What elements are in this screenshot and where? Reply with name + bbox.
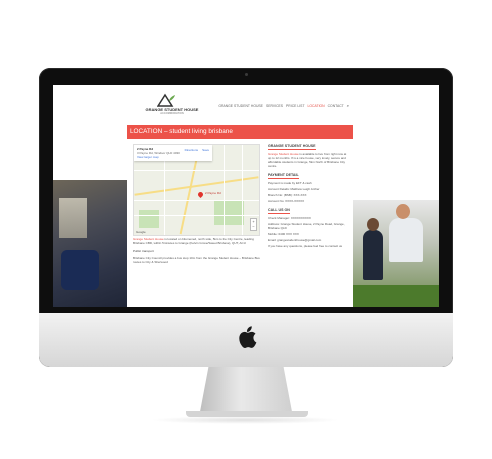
payment-heading: PAYMENT DETAIL — [268, 173, 299, 179]
about-block: GRANGE STUDENT HOUSE Grange Student Hous… — [268, 144, 348, 168]
content-area: 2 Payne Rd 3 Payne Rd, Windsor QLD 4030 … — [127, 139, 353, 264]
search-icon[interactable]: ⌕ — [347, 103, 349, 108]
map-road — [134, 200, 259, 201]
logo-subtitle: ACCOMMODATION — [160, 112, 184, 115]
window-light — [59, 198, 87, 238]
map-pin-icon[interactable] — [196, 190, 205, 199]
map-road — [134, 215, 259, 216]
nav-item-contact[interactable]: CONTACT — [328, 104, 344, 108]
call-line: Address: Grange Student House, 2 Payne R… — [268, 222, 345, 230]
payment-line: Account Details: Matthew Leigh Archer — [268, 187, 320, 191]
map-directions-link[interactable]: Directions — [185, 148, 198, 152]
payment-line: Branch No: (BSB): XXX-XXX — [268, 193, 307, 197]
google-map[interactable]: 2 Payne Rd 3 Payne Rd, Windsor QLD 4030 … — [133, 144, 260, 236]
house-logo-icon — [157, 93, 175, 107]
call-line: Check Manager: XXXXXXXXXX — [268, 216, 311, 220]
call-line: Email: grangestudenthouse@gmail.com — [268, 238, 322, 242]
chair — [61, 250, 99, 290]
map-road — [134, 170, 259, 171]
map-pin-label: 2 Payne Rd — [205, 191, 221, 195]
intro-paragraph: Grange Student House is located on bitum… — [133, 237, 261, 245]
student-person — [363, 230, 383, 280]
nav-item-services[interactable]: SERVICES — [266, 104, 283, 108]
site-header: GRANGE STUDENT HOUSE ACCOMMODATION GRANG… — [127, 85, 353, 125]
nav-item-grange-student-house[interactable]: GRANGE STUDENT HOUSE — [218, 104, 263, 108]
map-zoom-control[interactable]: + − — [250, 218, 257, 231]
transport-text: Brisbane City Council provides a bus sto… — [133, 255, 260, 264]
map-park — [139, 210, 159, 228]
background-students-photo — [341, 200, 439, 307]
call-line: Mobile: 0400 XXX XXX — [268, 232, 299, 236]
call-heading: CALL US ON — [268, 208, 290, 214]
map-park — [214, 200, 244, 225]
monitor-stand — [199, 367, 293, 417]
student-head — [396, 204, 410, 219]
map-save-link[interactable]: Save — [202, 148, 209, 152]
main-nav: GRANGE STUDENT HOUSE SERVICES PRICE LIST… — [218, 103, 349, 108]
call-block: CALL US ON Check Manager: XXXXXXXXXX Add… — [268, 208, 348, 248]
sidebar: GRANGE STUDENT HOUSE Grange Student Hous… — [268, 144, 348, 253]
site-logo[interactable]: GRANGE STUDENT HOUSE ACCOMMODATION — [145, 93, 198, 121]
public-transport-label: Public transport — [133, 249, 154, 254]
payment-line: Payment is made by EFT & cash — [268, 181, 312, 185]
view-larger-map-link[interactable]: View larger map — [137, 155, 209, 159]
monitor-stand-foot — [186, 411, 308, 417]
camera — [244, 73, 248, 76]
location-description: Grange Student House is located on bitum… — [133, 237, 261, 266]
call-line: If you have any questions, please feel f… — [268, 244, 343, 248]
screen: GRANGE STUDENT HOUSE ACCOMMODATION GRANG… — [53, 85, 439, 307]
map-main-road — [134, 176, 259, 196]
web-page: GRANGE STUDENT HOUSE ACCOMMODATION GRANG… — [127, 85, 353, 307]
map-road — [224, 145, 225, 235]
zoom-out-icon[interactable]: − — [252, 224, 254, 229]
grass — [341, 285, 439, 307]
floor-shadow — [150, 416, 340, 424]
background-room-photo — [53, 180, 133, 307]
student-head — [367, 218, 379, 231]
payment-line: Account No: XXXX-XXXXX — [268, 199, 305, 203]
payment-block: PAYMENT DETAIL Payment is made by EFT & … — [268, 173, 348, 203]
google-brand: Google — [136, 230, 146, 234]
nav-item-location[interactable]: LOCATION — [308, 104, 325, 108]
about-heading: GRANGE STUDENT HOUSE — [268, 144, 316, 150]
about-text: Grange Student House is available to liv… — [268, 152, 348, 168]
nav-item-price-list[interactable]: PRICE LIST — [286, 104, 304, 108]
apple-logo-icon — [239, 326, 257, 348]
map-info-card: 2 Payne Rd 3 Payne Rd, Windsor QLD 4030 … — [134, 145, 212, 161]
map-road — [242, 145, 243, 235]
page-title-banner: LOCATION – student living brisbane — [127, 125, 353, 139]
student-person — [389, 218, 423, 262]
